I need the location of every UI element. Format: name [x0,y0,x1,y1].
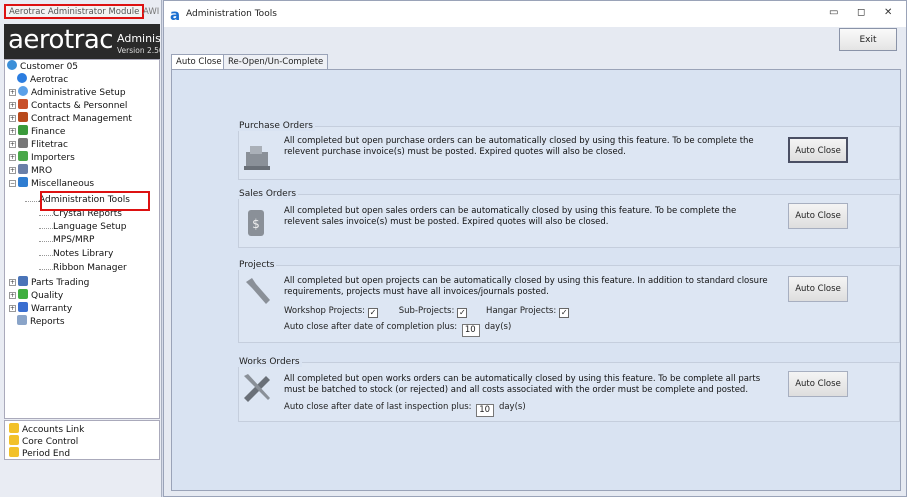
selection-highlight [40,191,150,211]
projects-auto-close-button[interactable]: Auto Close [788,276,848,302]
expand-icon[interactable]: + [9,167,16,174]
contract-icon [18,112,28,122]
tree-item-language-setup[interactable]: Language Setup [39,221,126,234]
warranty-icon [18,302,28,312]
wrench-icon [18,164,28,174]
importers-icon [18,151,28,161]
tree-item-notes-library[interactable]: Notes Library [39,248,113,261]
report-icon [17,315,27,325]
projects-days-prefix: Auto close after date of completion plus… [284,322,458,332]
projects-title: Projects [237,260,277,270]
tree-item-contacts[interactable]: + Contacts & Personnel [9,99,127,112]
tree-item-mro[interactable]: + MRO [9,164,52,177]
brand-version: Version 2.50 [117,46,160,55]
purchase-auto-close-button[interactable]: Auto Close [788,137,848,163]
works-orders-title: Works Orders [237,357,302,367]
star-icon [9,423,19,433]
star-icon [9,447,19,457]
svg-text:$: $ [252,217,260,231]
tree-root[interactable]: Customer 05 [7,60,78,73]
tree-item-aerotrac[interactable]: Aerotrac [17,73,68,86]
collapse-icon[interactable]: − [9,180,16,187]
shortcut-list: Accounts Link Core Control Period End [4,420,160,460]
maximize-icon[interactable]: ◻ [857,7,865,18]
hangar-projects-checkbox[interactable]: ✓ [559,308,570,318]
tree-item-parts-trading[interactable]: + Parts Trading [9,276,89,289]
finance-icon [18,125,28,135]
star-icon [9,435,19,445]
tree-item-finance[interactable]: + Finance [9,125,65,138]
contacts-icon [18,99,28,109]
expand-icon[interactable]: + [9,292,16,299]
tree-item-mps-mrp[interactable]: MPS/MRP [39,234,94,247]
expand-icon[interactable]: + [9,305,16,312]
module-panel: Aerotrac Administrator Module AWI aerotr… [0,0,162,497]
admin-setup-icon [18,86,28,96]
money-bag-icon: $ [248,210,264,236]
workshop-projects-label: Workshop Projects: [284,306,366,316]
cash-register-icon [244,146,270,170]
tools-icon [244,374,270,402]
shortcut-period-end[interactable]: Period End [9,447,70,460]
expand-icon[interactable]: + [9,141,16,148]
tree-item-flitetrac[interactable]: + Flitetrac [9,138,68,151]
tree-item-miscellaneous[interactable]: − Miscellaneous [9,177,94,190]
tree-item-importers[interactable]: + Importers [9,151,75,164]
globe-icon [7,60,17,70]
close-icon[interactable]: ✕ [884,7,892,18]
projects-days-row: Auto close after date of completion plus… [284,322,511,337]
expand-icon[interactable]: + [9,128,16,135]
brand-banner: aerotrac Administr Version 2.50 [4,24,160,60]
sub-projects-label: Sub-Projects: [398,306,455,316]
expand-icon[interactable]: + [9,115,16,122]
works-orders-description: All completed but open works orders can … [284,374,761,395]
auto-close-panel: Purchase Orders All completed but open p… [171,69,901,491]
tab-reopen-uncomplete[interactable]: Re-Open/Un-Complete [223,54,329,70]
purchase-orders-description: All completed but open purchase orders c… [284,136,754,157]
purchase-orders-title: Purchase Orders [237,121,315,131]
works-days-suffix: day(s) [498,402,526,412]
window-title: Administration Tools [186,9,277,19]
folder-icon [18,177,28,187]
expand-icon[interactable]: + [9,279,16,286]
tree-item-quality[interactable]: + Quality [9,289,63,302]
hangar-projects-label: Hangar Projects: [486,306,557,316]
expand-icon[interactable]: + [9,102,16,109]
app-icon: a [170,6,181,24]
sales-auto-close-button[interactable]: Auto Close [788,203,848,229]
brand-subtitle: Administr [117,32,160,45]
aerotrac-icon [17,73,27,83]
window-titlebar: a Administration Tools ▭ ◻ ✕ [164,1,906,27]
module-title-tab[interactable]: Aerotrac Administrator Module [4,4,145,19]
exit-button[interactable]: Exit [839,28,897,51]
works-auto-close-button[interactable]: Auto Close [788,371,848,397]
minimize-icon[interactable]: ▭ [829,7,838,18]
sales-orders-description: All completed but open sales orders can … [284,206,737,227]
works-days-row: Auto close after date of last inspection… [284,402,526,417]
works-days-input[interactable]: 10 [476,404,495,417]
projects-checkbox-row: Workshop Projects: ✓ Sub-Projects: ✓ Hanga… [284,306,570,318]
tree-item-contract-management[interactable]: + Contract Management [9,112,132,125]
projects-description: All completed but open projects can be a… [284,276,768,297]
module-title-extra[interactable]: AWI [143,7,159,17]
checkmark-icon [18,289,28,299]
expand-icon[interactable]: + [9,154,16,161]
projects-days-suffix: day(s) [484,322,512,332]
sub-projects-checkbox[interactable]: ✓ [457,308,468,318]
tree-item-administrative-setup[interactable]: + Administrative Setup [9,86,126,99]
projects-days-input[interactable]: 10 [461,324,480,337]
works-days-prefix: Auto close after date of last inspection… [284,402,472,412]
brand-logo: aerotrac [8,25,114,55]
workshop-projects-checkbox[interactable]: ✓ [368,308,379,318]
expand-icon[interactable]: + [9,89,16,96]
parts-icon [18,276,28,286]
wrench-icon [246,278,270,304]
tree-item-ribbon-manager[interactable]: Ribbon Manager [39,262,127,275]
tree-item-reports[interactable]: Reports [17,315,65,328]
administration-tools-window: a Administration Tools ▭ ◻ ✕ Exit Auto C… [163,0,907,497]
tree-item-warranty[interactable]: + Warranty [9,302,72,315]
sales-orders-title: Sales Orders [237,189,299,199]
navigation-tree: Customer 05 Aerotrac + Administrative Set… [4,59,160,419]
airplane-icon [18,138,28,148]
